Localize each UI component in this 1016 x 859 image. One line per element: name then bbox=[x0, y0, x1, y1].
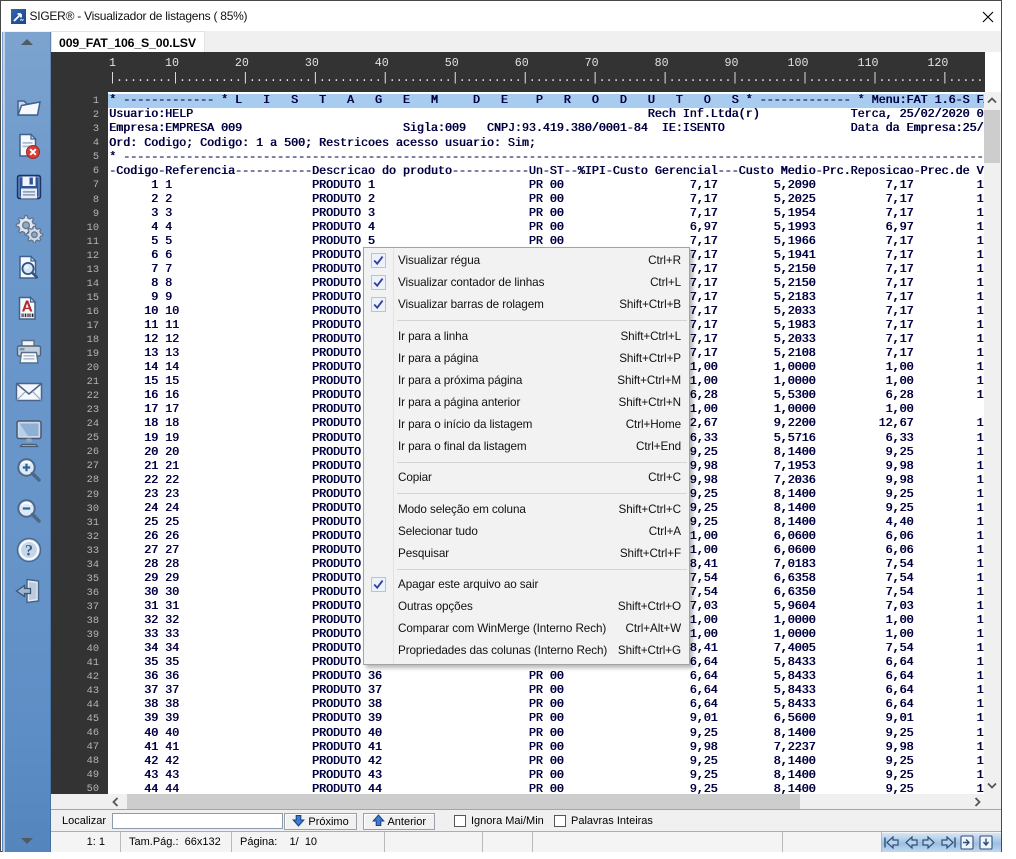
svg-text:?: ? bbox=[25, 543, 33, 560]
